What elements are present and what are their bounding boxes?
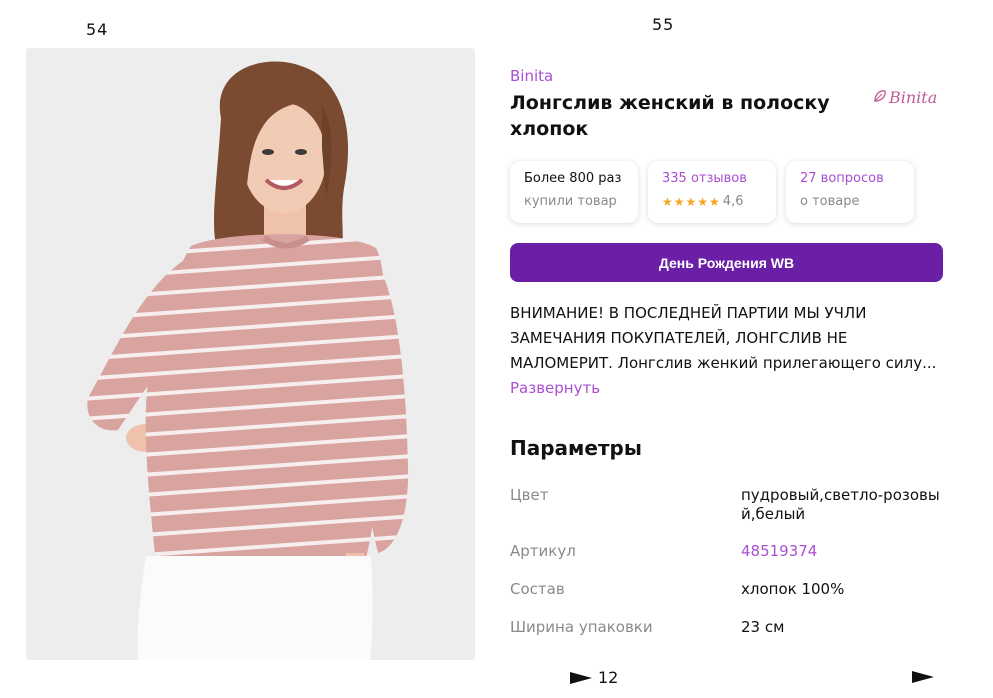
stats-row: Более 800 раз купили товар 335 отзывов ★… [510, 161, 914, 223]
brand-logo[interactable]: Binita [873, 88, 937, 107]
arrow-right-icon [912, 671, 934, 683]
param-value: пудровый,светло-розовый,белый [741, 486, 940, 523]
product-info-panel: Binita Лонгслив женский в полоску хлопок… [498, 52, 958, 662]
param-value: 23 см [741, 618, 785, 636]
stat-questions[interactable]: 27 вопросов о товаре [786, 161, 914, 223]
stat-questions-value[interactable]: 27 вопросов [800, 171, 900, 186]
product-title: Лонгслив женский в полоску хлопок [510, 92, 830, 140]
params-heading: Параметры [510, 436, 642, 460]
brand-logo-text: Binita [889, 88, 938, 107]
leaf-icon [873, 88, 887, 107]
stat-purchases-caption: купили товар [524, 194, 617, 209]
article-number-link[interactable]: 48519374 [741, 542, 941, 561]
page-number-right: 55 [652, 15, 675, 34]
next-arrow[interactable] [912, 668, 934, 687]
rating-value: 4,6 [722, 194, 744, 209]
stat-purchases-value: Более 800 раз [524, 171, 622, 186]
param-key: Состав [510, 580, 565, 598]
expand-description-link[interactable]: Развернуть [510, 379, 600, 397]
page-number-left: 54 [86, 20, 109, 39]
next-page-marker[interactable]: 12 [570, 668, 618, 687]
stat-questions-caption: о товаре [800, 194, 860, 209]
rating-stars-icon: ★★★★★ [662, 194, 721, 209]
param-value: хлопок 100% [741, 580, 845, 598]
stat-reviews-value[interactable]: 335 отзывов [662, 171, 762, 186]
product-description: ВНИМАНИЕ! В ПОСЛЕДНЕЙ ПАРТИИ МЫ УЧЛИ ЗАМ… [510, 304, 937, 372]
param-key: Цвет [510, 486, 549, 504]
brand-link[interactable]: Binita [510, 67, 553, 85]
param-key: Артикул [510, 542, 576, 560]
stat-purchases: Более 800 раз купили товар [510, 161, 638, 223]
arrow-right-icon [570, 671, 592, 684]
product-photo[interactable] [26, 48, 475, 660]
param-key: Ширина упаковки [510, 618, 653, 636]
product-photo-illustration [26, 48, 475, 660]
promo-button[interactable]: День Рождения WB [510, 243, 943, 282]
next-page-number: 12 [598, 668, 619, 687]
stat-reviews[interactable]: 335 отзывов ★★★★★ 4,6 [648, 161, 776, 223]
